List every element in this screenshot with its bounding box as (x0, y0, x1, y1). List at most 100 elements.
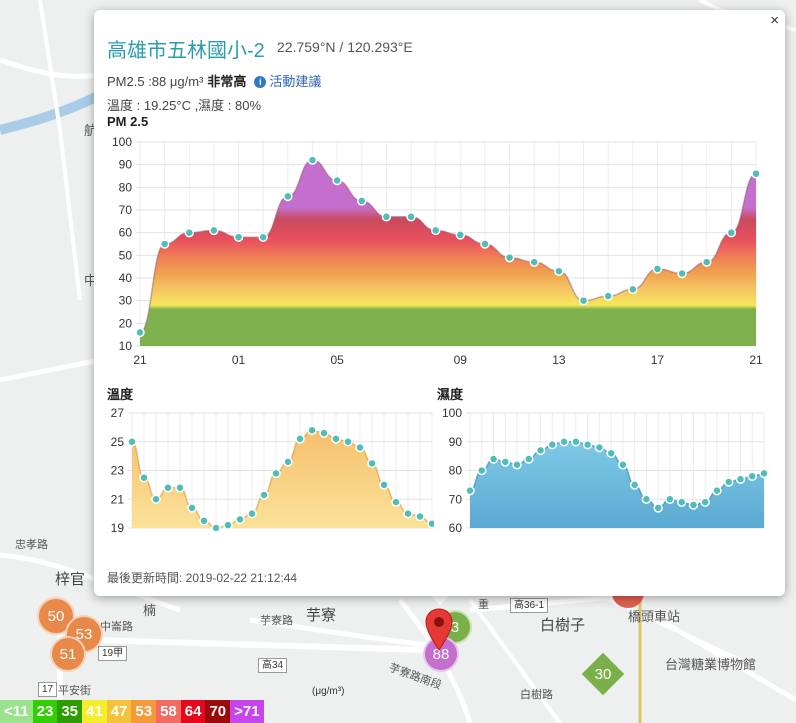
y-tick-label: 21 (111, 492, 125, 506)
data-point (747, 471, 757, 481)
y-tick-label: 80 (449, 464, 463, 478)
data-point (504, 252, 515, 263)
data-point (480, 239, 490, 249)
y-tick-label: 60 (119, 226, 133, 240)
data-point (295, 434, 305, 444)
x-tick-label: 13 (552, 353, 566, 367)
data-point (343, 437, 353, 447)
data-point (235, 514, 245, 525)
data-point (594, 442, 605, 453)
legend-item: 35 (57, 700, 82, 723)
y-tick-label: 27 (111, 406, 125, 420)
data-point (357, 196, 367, 206)
data-point (559, 437, 569, 447)
road-badge: 高36-1 (510, 598, 549, 613)
data-point (403, 508, 413, 519)
data-point (628, 284, 638, 295)
data-point (701, 257, 712, 267)
data-point (379, 480, 389, 490)
map-label-baishuzi: 白樹子 (540, 617, 586, 634)
data-point (554, 266, 564, 276)
data-point (665, 494, 675, 504)
y-tick-label: 25 (111, 435, 125, 449)
data-point (759, 468, 769, 479)
pm25-chart: 10 20 30 40 50 60 70 80 90 100 21 01 05 09 13 17 21 (112, 135, 763, 367)
data-point (477, 465, 487, 476)
data-point (415, 511, 425, 522)
y-tick-label: 40 (119, 271, 133, 285)
data-point (735, 474, 746, 484)
area-fill (470, 441, 764, 528)
data-point (233, 232, 244, 242)
road-badge: 高34 (258, 658, 288, 673)
data-point (187, 503, 197, 513)
area-fill (140, 160, 756, 346)
data-point (211, 523, 221, 533)
location-pin-icon[interactable] (424, 608, 454, 652)
map-label-zhongxiao: 忠孝路 (15, 539, 48, 551)
y-tick-label: 10 (119, 339, 133, 353)
data-point (332, 175, 342, 186)
data-point (139, 472, 149, 483)
x-tick-label: 01 (232, 353, 246, 367)
data-point (578, 295, 589, 306)
data-point (135, 327, 145, 338)
close-button[interactable]: × (770, 12, 779, 29)
pm25-legend: <11 23 35 41 47 53 58 64 70 >71 (0, 700, 264, 723)
data-point (127, 437, 137, 447)
data-point (751, 168, 761, 179)
data-point (151, 494, 161, 504)
y-tick-label: 70 (449, 492, 463, 506)
y-tick-label: 90 (119, 158, 133, 172)
legend-item: 53 (131, 700, 157, 723)
data-point (465, 485, 475, 496)
data-point (175, 483, 185, 493)
data-point (331, 434, 341, 444)
data-point (629, 480, 640, 490)
legend-unit: (μg/m³) (312, 686, 345, 697)
info-icon[interactable]: i (254, 76, 267, 88)
station-marker[interactable]: 51 (50, 636, 86, 672)
data-point (653, 503, 663, 513)
pm-value: PM2.5 :88 μg/m³ (107, 74, 204, 89)
pm-level: 非常高 (207, 74, 247, 89)
y-tick-label: 100 (442, 406, 462, 420)
x-tick-label: 21 (749, 353, 763, 367)
legend-item: >71 (230, 700, 264, 723)
data-point (283, 191, 293, 202)
map-label-yuliao: 芋寮 (306, 607, 337, 624)
data-point (307, 155, 318, 165)
data-point (406, 212, 416, 222)
data-point (723, 477, 734, 487)
data-point (159, 239, 170, 249)
map-label-nan: 楠 (143, 603, 157, 618)
data-point (247, 508, 257, 519)
map-label-pingan: 平安街 (58, 685, 91, 697)
legend-item: 47 (106, 700, 132, 723)
data-point (163, 483, 173, 493)
area-fill (132, 430, 432, 528)
data-point (676, 497, 687, 507)
legend-item: 23 (32, 700, 58, 723)
data-point (712, 485, 722, 496)
map-label-station: 橋頭車站 (628, 609, 681, 624)
data-point (726, 227, 737, 238)
legend-item: <11 (0, 700, 33, 723)
data-point (603, 291, 613, 301)
y-tick-label: 90 (449, 435, 463, 449)
map-label-ziguan: 梓官 (55, 571, 86, 588)
data-point (652, 264, 663, 274)
advice-link[interactable]: 活動建議 (269, 74, 321, 89)
map-label-museum: 台灣糖業博物館 (665, 657, 757, 672)
sensor-marker-value: 30 (594, 666, 612, 683)
pm-plot (135, 155, 761, 346)
data-point (500, 457, 511, 467)
y-tick-label: 23 (111, 464, 125, 478)
data-point (199, 516, 209, 526)
temperature-chart: 19 21 23 25 27 (111, 406, 434, 535)
data-point (455, 230, 466, 240)
y-tick-label: 70 (119, 203, 133, 217)
last-updated: 最後更新時間: 2019-02-22 21:12:44 (107, 571, 298, 585)
y-tick-label: 30 (119, 294, 133, 308)
data-point (184, 227, 195, 238)
